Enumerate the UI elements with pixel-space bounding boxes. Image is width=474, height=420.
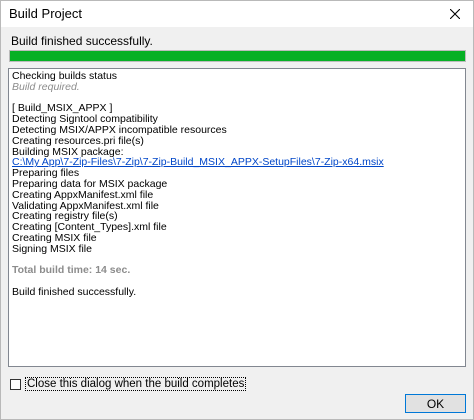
build-project-dialog: Build Project Build finished successfull…: [0, 0, 474, 420]
log-line: Total build time: 14 sec.: [12, 264, 131, 277]
log-package-path-link[interactable]: C:\My App\7-Zip-Files\7-Zip\7-Zip-Build_…: [12, 157, 462, 168]
log-line: Signing MSIX file: [12, 242, 92, 255]
log-line: Creating AppxManifest.xml file: [12, 188, 154, 201]
close-on-complete-label[interactable]: Close this dialog when the build complet…: [25, 377, 247, 391]
close-button[interactable]: [437, 1, 473, 27]
close-on-complete-checkbox[interactable]: [10, 378, 21, 390]
log-line: Build required.: [12, 80, 80, 93]
status-message: Build finished successfully.: [11, 34, 153, 48]
progress-bar-fill: [10, 51, 465, 61]
dialog-footer: Close this dialog when the build complet…: [1, 371, 473, 419]
log-line: Creating resources.pri file(s): [12, 134, 144, 147]
close-on-complete-option[interactable]: Close this dialog when the build complet…: [10, 377, 247, 391]
progress-bar: [9, 50, 466, 62]
build-log[interactable]: Checking builds status Build required.[ B…: [8, 68, 466, 367]
log-line: Build finished successfully.: [12, 285, 137, 298]
ok-button[interactable]: OK: [405, 394, 466, 413]
window-title: Build Project: [9, 6, 82, 21]
title-bar: Build Project: [1, 1, 473, 27]
close-icon: [450, 9, 460, 19]
